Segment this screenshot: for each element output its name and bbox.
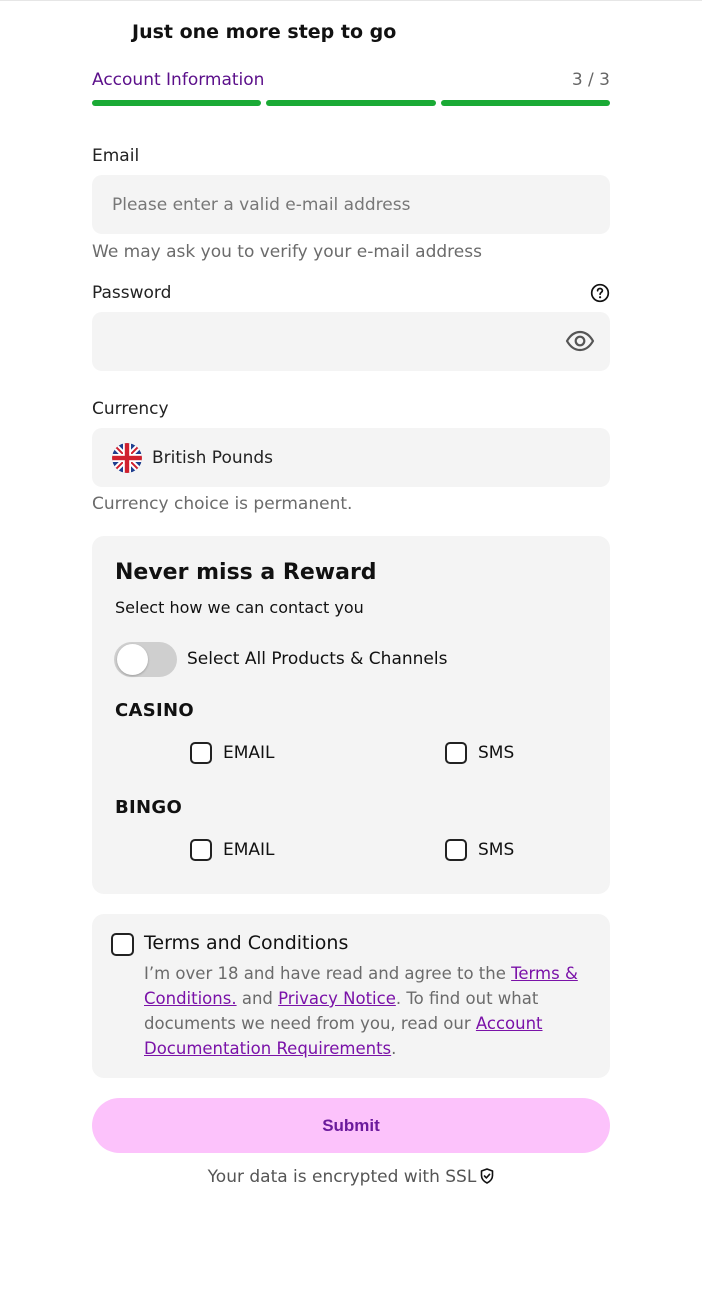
progress-segment-3 xyxy=(440,100,610,106)
bingo-sms-option[interactable]: SMS xyxy=(445,839,514,861)
category-bingo-title: BINGO xyxy=(115,797,183,818)
password-field-wrapper xyxy=(92,312,610,371)
currency-select[interactable]: British Pounds xyxy=(92,428,610,487)
terms-description: I’m over 18 and have read and agree to t… xyxy=(144,961,584,1061)
ssl-text: Your data is encrypted with SSL xyxy=(207,1167,477,1187)
shield-check-icon xyxy=(481,1168,494,1184)
bingo-sms-checkbox[interactable] xyxy=(445,839,467,861)
terms-title: Terms and Conditions xyxy=(144,932,349,954)
currency-label: Currency xyxy=(92,399,169,419)
category-casino-title: CASINO xyxy=(115,700,194,721)
progress-segment-2 xyxy=(266,100,436,106)
bingo-email-label: EMAIL xyxy=(223,840,275,860)
reward-subtitle: Select how we can contact you xyxy=(115,598,364,617)
email-label: Email xyxy=(92,146,140,166)
email-field-wrapper xyxy=(92,175,610,234)
page-title: Just one more step to go xyxy=(132,21,397,43)
progress-segment-1 xyxy=(92,100,262,106)
select-all-toggle[interactable] xyxy=(114,642,177,677)
bingo-email-checkbox[interactable] xyxy=(190,839,212,861)
casino-email-checkbox[interactable] xyxy=(190,742,212,764)
casino-email-option[interactable]: EMAIL xyxy=(190,742,275,764)
bingo-sms-label: SMS xyxy=(478,840,515,860)
question-circle-icon[interactable] xyxy=(590,283,610,303)
currency-value: British Pounds xyxy=(152,447,274,468)
email-hint: We may ask you to verify your e-mail add… xyxy=(92,242,482,262)
casino-email-label: EMAIL xyxy=(223,743,275,763)
password-label: Password xyxy=(92,283,172,303)
terms-text-2: and xyxy=(236,989,279,1008)
password-input[interactable] xyxy=(92,312,610,371)
toggle-knob xyxy=(117,644,148,675)
step-counter: 3 / 3 xyxy=(571,70,610,90)
bingo-email-option[interactable]: EMAIL xyxy=(190,839,275,861)
select-all-label: Select All Products & Channels xyxy=(187,649,448,669)
eye-icon[interactable] xyxy=(565,330,595,352)
casino-sms-option[interactable]: SMS xyxy=(445,742,514,764)
ssl-notice: Your data is encrypted with SSL xyxy=(0,1167,702,1187)
currency-hint: Currency choice is permanent. xyxy=(92,494,353,514)
email-input[interactable] xyxy=(92,175,610,234)
privacy-notice-link[interactable]: Privacy Notice xyxy=(278,989,396,1008)
casino-sms-label: SMS xyxy=(478,743,515,763)
terms-text-1: I’m over 18 and have read and agree to t… xyxy=(144,964,512,983)
terms-checkbox[interactable] xyxy=(111,933,134,956)
terms-text-4: . xyxy=(391,1039,397,1058)
casino-sms-checkbox[interactable] xyxy=(445,742,467,764)
reward-title: Never miss a Reward xyxy=(115,560,377,585)
uk-flag-icon xyxy=(112,442,142,473)
reward-preferences-panel: Never miss a Reward Select how we can co… xyxy=(92,536,610,894)
terms-panel: Terms and Conditions I’m over 18 and hav… xyxy=(92,914,610,1078)
progress-bar xyxy=(92,100,610,106)
top-divider xyxy=(0,0,702,1)
submit-button[interactable]: Submit xyxy=(92,1098,610,1153)
step-label: Account Information xyxy=(92,70,265,90)
